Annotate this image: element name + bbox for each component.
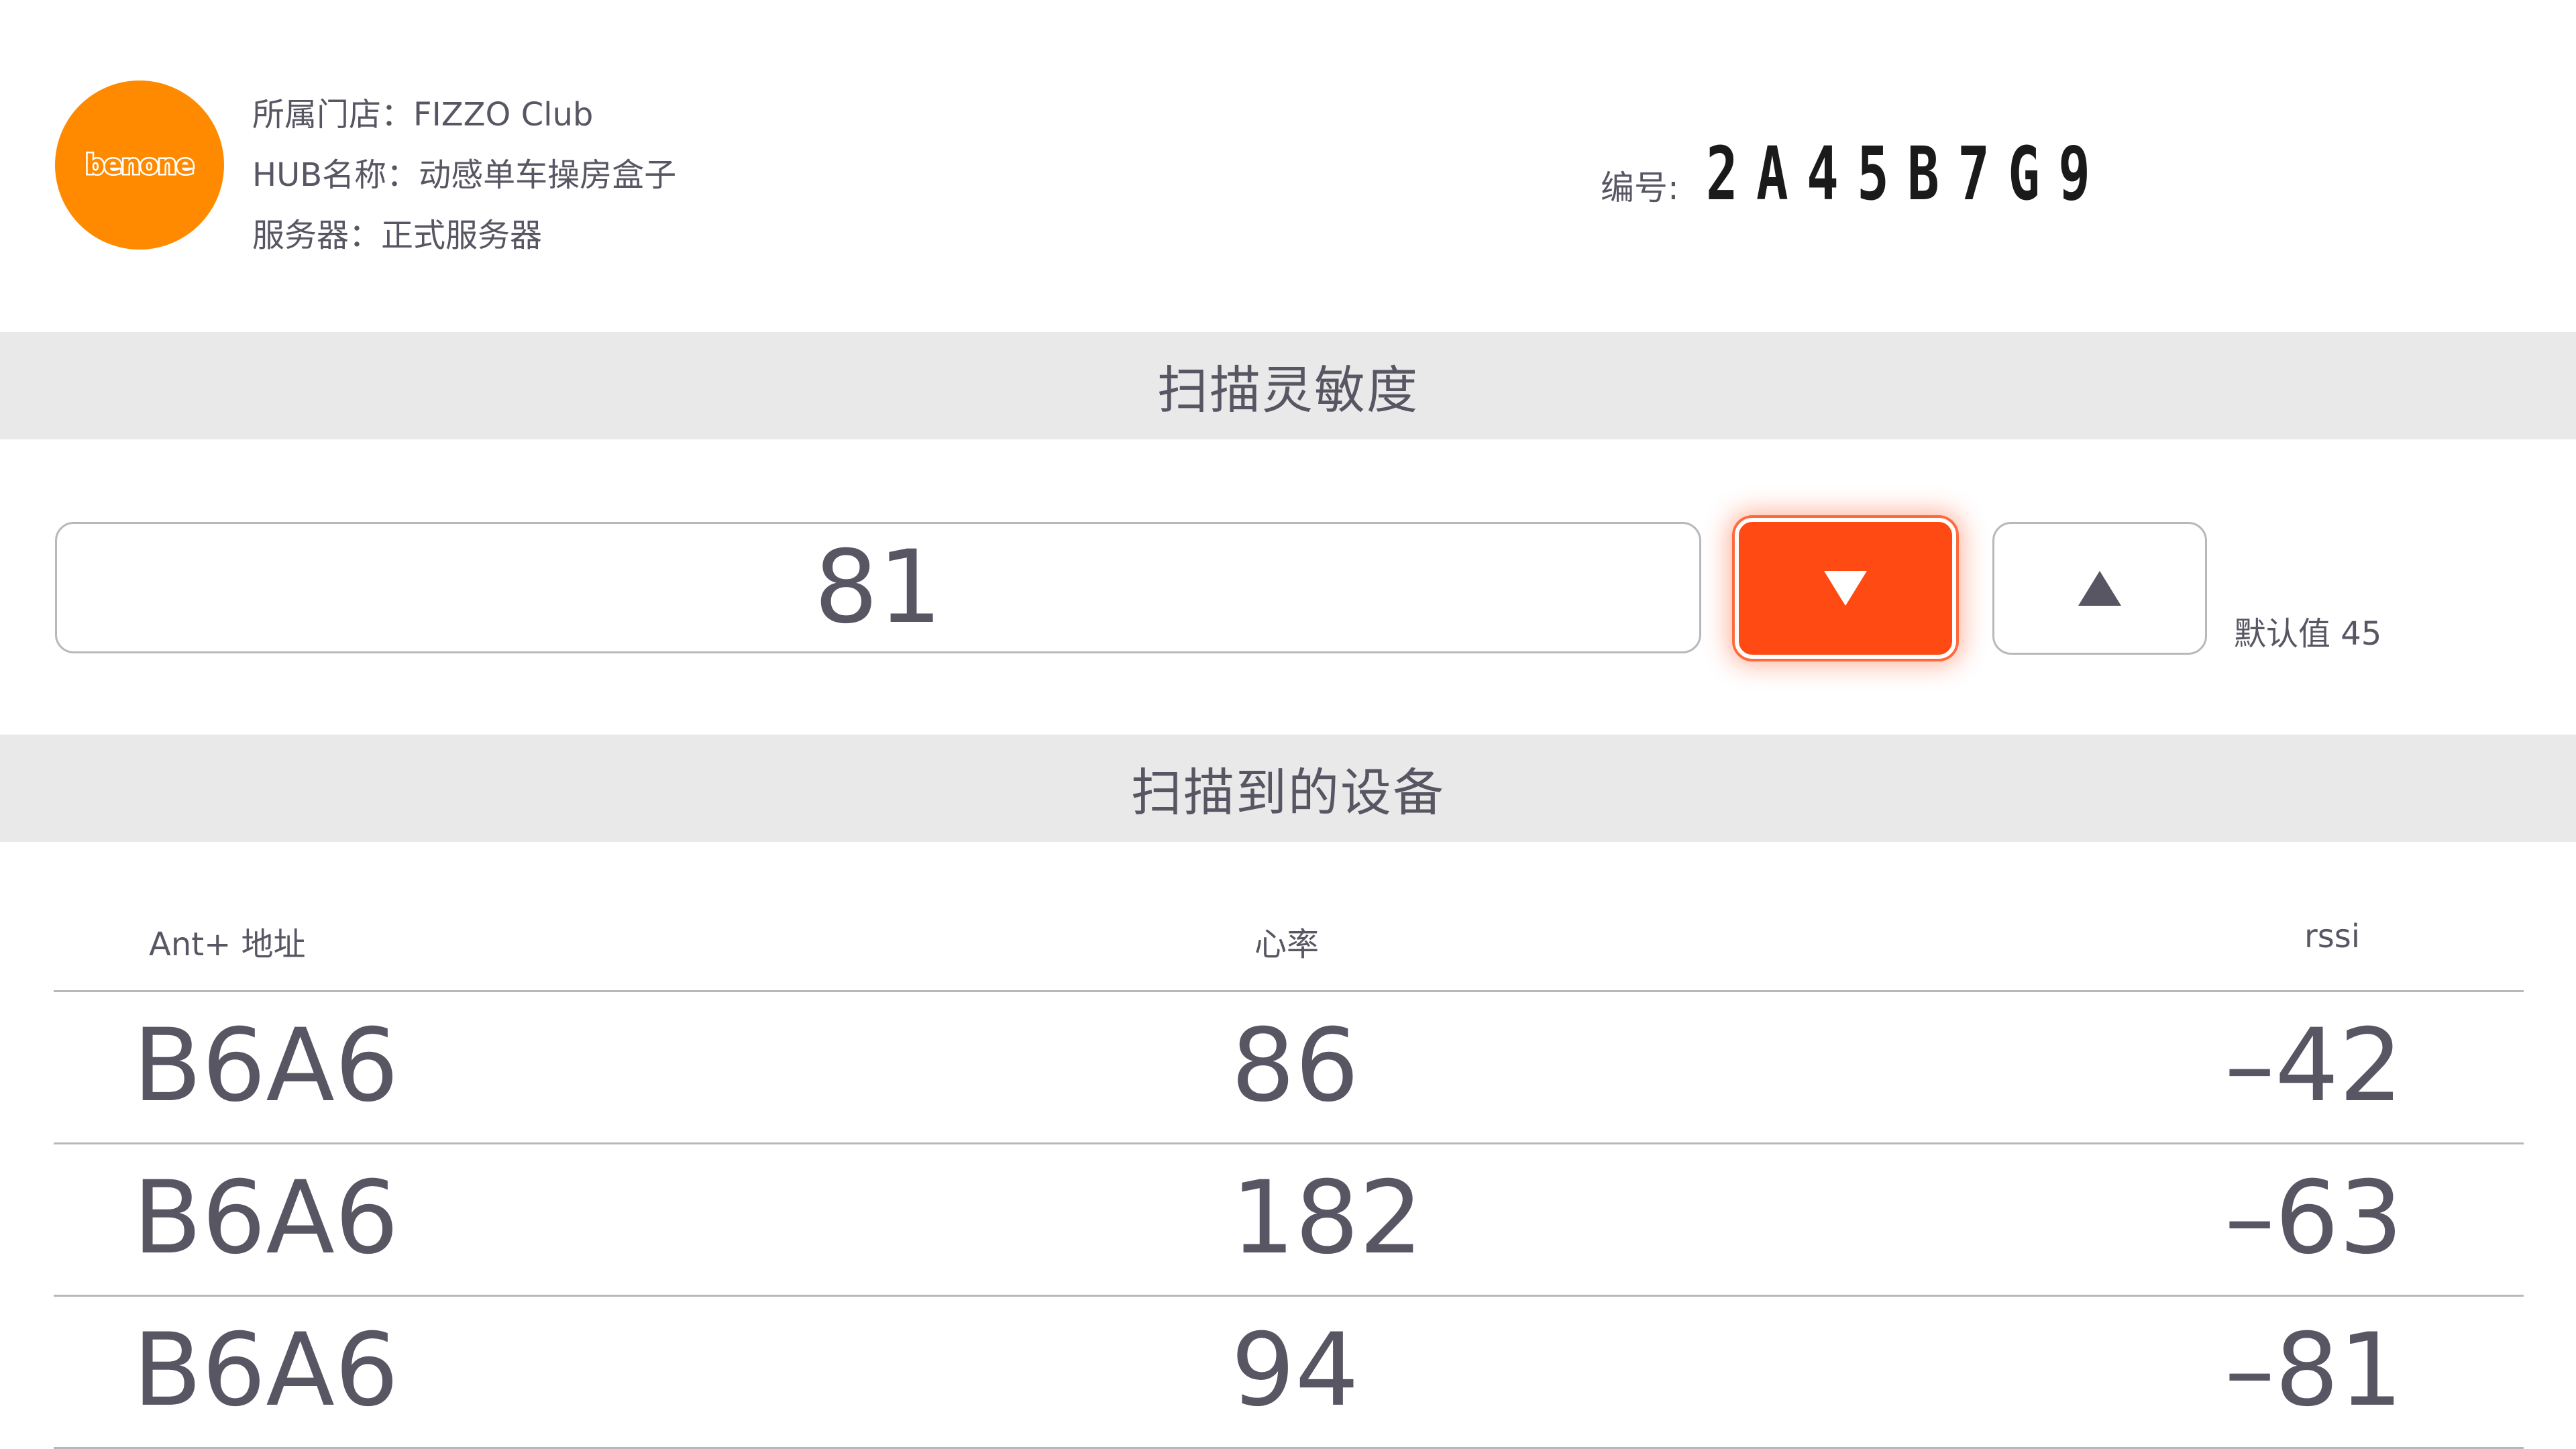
increase-sensitivity-button[interactable] [1992, 522, 2207, 655]
cell-heart-rate: 182 [1231, 1160, 1424, 1277]
cell-rssi: –42 [2224, 1008, 2403, 1124]
table-row[interactable]: B6A6 182 –63 [54, 1144, 2524, 1297]
table-row[interactable]: B6A6 86 –42 [54, 992, 2524, 1144]
column-header-rssi: rssi [2304, 918, 2361, 955]
serial-label: 编号: [1601, 168, 1679, 207]
table-header: Ant+ 地址 心率 rssi [54, 899, 2524, 992]
hub-info: 所属门店： FIZZO Club HUB名称： 动感单车操房盒子 服务器： 正式… [252, 85, 676, 266]
decrease-sensitivity-button[interactable] [1735, 518, 1956, 659]
server-value: 正式服务器 [381, 217, 543, 254]
cell-heart-rate: 86 [1231, 1008, 1359, 1124]
store-line: 所属门店： FIZZO Club [252, 85, 676, 145]
sensitivity-section-header: 扫描灵敏度 [0, 332, 2576, 439]
sensitivity-title: 扫描灵敏度 [1157, 360, 1419, 420]
cell-ant-address: B6A6 [133, 1008, 399, 1124]
hub-name-label: HUB名称： [252, 156, 419, 194]
devices-title: 扫描到的设备 [1131, 763, 1445, 822]
table-row[interactable]: B6A6 94 –81 [54, 1297, 2524, 1449]
serial-value: 2A45B7G9 [1705, 131, 2109, 217]
column-header-ant-address: Ant+ 地址 [149, 926, 306, 963]
store-label: 所属门店： [252, 96, 414, 133]
brand-logo-text: benone [84, 148, 196, 182]
server-label: 服务器： [252, 217, 382, 254]
column-header-heart-rate: 心率 [1254, 926, 1319, 963]
hub-name-line: HUB名称： 动感单车操房盒子 [252, 145, 676, 205]
devices-table: Ant+ 地址 心率 rssi B6A6 86 –42 B6A6 182 –63… [54, 899, 2524, 1449]
brand-logo: benone [55, 80, 224, 250]
triangle-down-icon [1824, 571, 1867, 606]
store-value: FIZZO Club [413, 96, 594, 133]
server-line: 服务器： 正式服务器 [252, 205, 676, 266]
cell-ant-address: B6A6 [133, 1312, 399, 1429]
cell-rssi: –63 [2224, 1160, 2403, 1277]
cell-ant-address: B6A6 [133, 1160, 399, 1277]
cell-heart-rate: 94 [1231, 1312, 1359, 1429]
triangle-up-icon [2078, 571, 2121, 606]
default-value-note: 默认值 45 [2234, 615, 2382, 653]
cell-rssi: –81 [2224, 1312, 2403, 1429]
serial-number: 编号: 2A45B7G9 [1601, 131, 2265, 217]
devices-section-header: 扫描到的设备 [0, 735, 2576, 842]
hub-settings-screen: benone 所属门店： FIZZO Club HUB名称： 动感单车操房盒子 … [0, 0, 2576, 1449]
sensitivity-value-field[interactable]: 81 [55, 522, 1701, 653]
hub-name-value: 动感单车操房盒子 [419, 156, 677, 194]
